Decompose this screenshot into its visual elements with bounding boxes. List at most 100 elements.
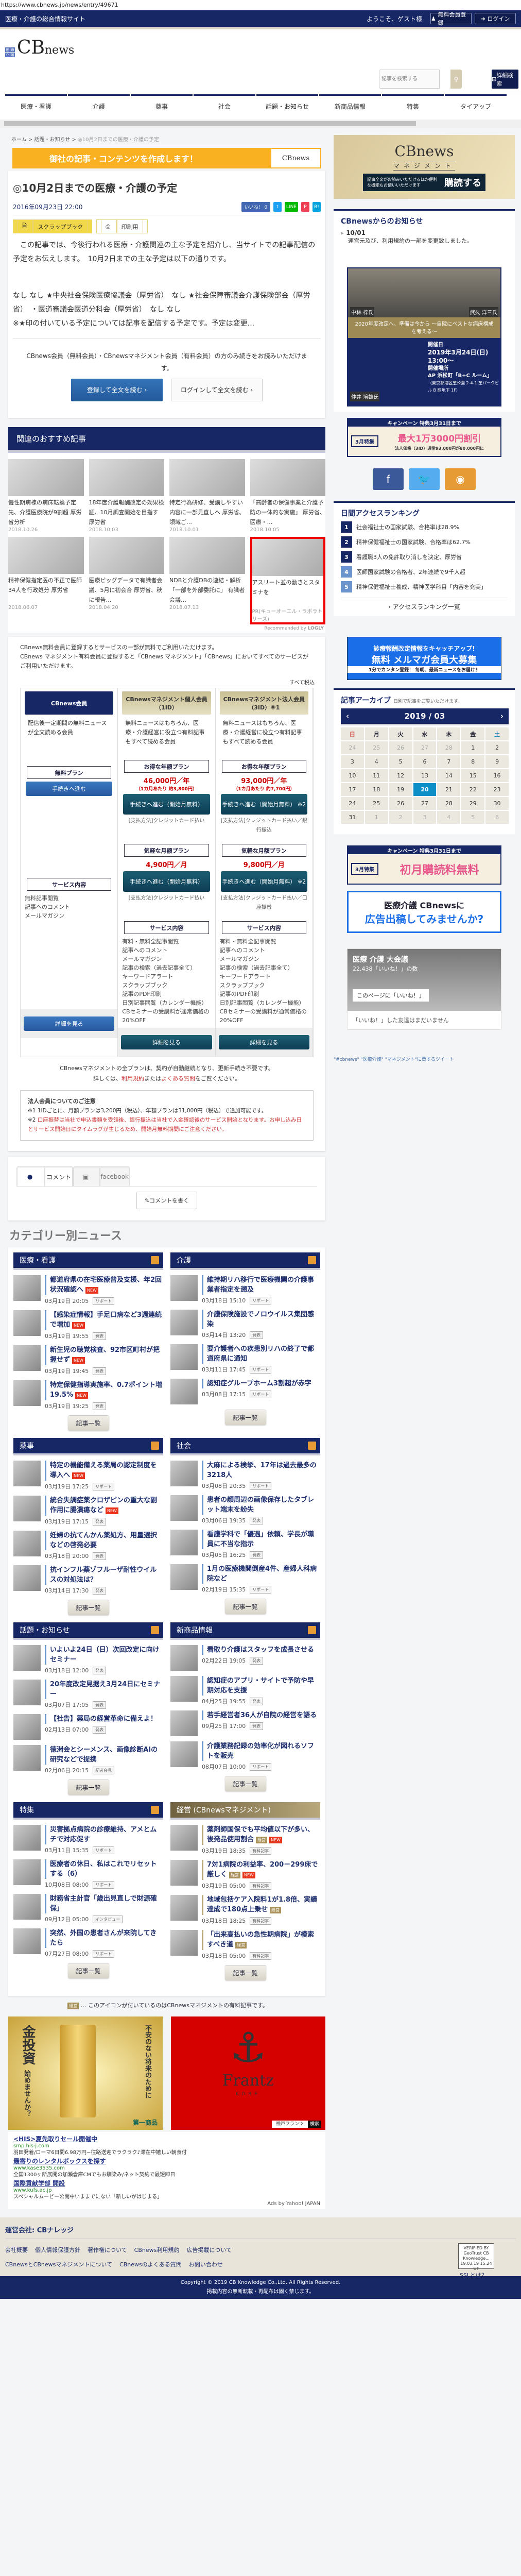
calendar-day[interactable]: 21: [437, 783, 461, 796]
calendar-day[interactable]: 15: [461, 769, 485, 782]
scrapbook-button[interactable]: 🗎 スクラップブック: [13, 219, 93, 233]
ranking-title[interactable]: 精神保健福祉士の国家試験、合格率は62.7%: [356, 538, 471, 546]
news-title[interactable]: 介護保険施設でノロウイルス集団感染: [207, 1311, 314, 1328]
recommended-article[interactable]: 18年度介護報酬改定の効果検証、10月調査開始を目指す 厚労省 2018.10.0…: [89, 459, 164, 533]
news-item[interactable]: 若手経営者36人が自院の経営を語る 09月25日 17:00 発表: [170, 1710, 320, 1736]
recommended-article[interactable]: NDBと介護DBの連結・解析「一部を外部委託に」 有識者会議… 2018.07.1…: [169, 537, 245, 624]
news-title[interactable]: 認知症のアプリ・サイトで予防や早期対応を支援: [207, 1677, 314, 1694]
nav-item[interactable]: 話題・お知らせ: [256, 94, 318, 120]
news-item[interactable]: 「出来高払いの急性期病院」が模索すべき道 経営 03月18日 05:00 有料記事: [170, 1930, 320, 1960]
nav-item[interactable]: 医療・看護: [5, 94, 67, 120]
breadcrumb-category[interactable]: 話題・お知らせ: [34, 137, 70, 143]
calendar-day[interactable]: 11: [364, 769, 388, 782]
news-title[interactable]: 都道府県の在宅医療普及支援、年2回状況確認へ: [50, 1276, 162, 1294]
news-item[interactable]: 財務省主計官「歳出見直しで財源確保」 09月12日 05:00 インタビュー: [13, 1894, 163, 1923]
news-title[interactable]: 妊婦の抗てんかん薬処方、用量選択などの啓発必要: [50, 1532, 157, 1549]
twitter-icon[interactable]: 🐦: [409, 468, 440, 490]
footer-link[interactable]: CBnews利用規約: [134, 2247, 180, 2253]
news-title[interactable]: 看護学科で「優遇」依頼、学長が職員に不当な指示: [207, 1531, 314, 1548]
campaign-banner[interactable]: キャンペーン 特典3月31日まで 3月特集 最大1万3000円割引 法人価格（3I…: [347, 418, 501, 457]
ranking-more-link[interactable]: › アクセスランキング一覧: [341, 598, 508, 611]
recommended-article[interactable]: 医療ビッグデータで有識者会議、5月に初会合 厚労省、秋に報告… 2018.04.2…: [89, 537, 164, 624]
more-articles-button[interactable]: 記事一覧: [67, 1600, 109, 1615]
news-item[interactable]: 維持期リハ移行で医療機関の介護事業者指定を遡及 03月18日 15:10 リポート: [170, 1275, 320, 1304]
proceed-button[interactable]: 手続きへ進む（開始月無料）: [123, 794, 210, 815]
news-item[interactable]: 新生児の聴覚検査、92市区町村が把握せず NEW 03月19日 19:45 発表: [13, 1345, 163, 1375]
detail-button[interactable]: 詳細を見る: [218, 1035, 309, 1049]
calendar-day[interactable]: 28: [437, 797, 461, 810]
proceed-button[interactable]: 手続きへ進む: [26, 782, 113, 796]
news-item[interactable]: 介護保険施設でノロウイルス集団感染 03月14日 13:20 発表: [170, 1310, 320, 1339]
news-title[interactable]: 徳洲会とシーメンス、画像診断AIの研究などで提携: [50, 1746, 158, 1764]
news-title[interactable]: 7対1病院の利益率、200－299床で厳しく: [207, 1861, 318, 1878]
news-title[interactable]: 地域包括ケア入院料1が1.8倍、実績達成で180点上乗せ: [207, 1896, 317, 1913]
category-name[interactable]: 社会: [177, 1440, 191, 1451]
news-title[interactable]: 看取り介護はスタッフを成長させる: [207, 1646, 314, 1654]
nav-item[interactable]: 薬事: [131, 94, 193, 120]
news-item[interactable]: 抗インフル薬ゾフルーザ耐性ウイルスの対処法は？ 03月14日 17:30 発表: [13, 1565, 163, 1595]
calendar-day[interactable]: 13: [413, 769, 437, 782]
news-title[interactable]: 【社告】薬局の経営革命に備えよ！: [50, 1715, 157, 1723]
recommended-article[interactable]: 「高齢者の保健事業と介護予防の一体的な実施」 厚労省、医療・… 2018.10.0…: [250, 459, 325, 533]
ranking-title[interactable]: 精神保健福祉士養成、精神医学科目「内容を充実」: [356, 583, 487, 591]
calendar-day[interactable]: 27: [413, 797, 437, 810]
calendar-day[interactable]: 4: [364, 755, 388, 768]
calendar-day[interactable]: 25: [364, 797, 388, 810]
category-name[interactable]: 薬事: [20, 1440, 34, 1451]
category-name[interactable]: 経営 (CBnewsマネジメント): [177, 1805, 271, 1815]
footer-link[interactable]: 個人情報保護方針: [35, 2247, 80, 2253]
news-title[interactable]: 20年度改定見据え3月24日にセミナー: [50, 1681, 160, 1698]
rss-icon[interactable]: ◉: [445, 468, 476, 490]
nav-item[interactable]: タイアップ: [445, 94, 507, 120]
news-title[interactable]: 維持期リハ移行で医療機関の介護事業者指定を遡及: [207, 1276, 314, 1294]
news-item[interactable]: 介護業務記録の効率化が図れるソフトを販売 08月07日 10:00 リポート: [170, 1741, 320, 1771]
news-title[interactable]: 財務省主計官「歳出見直しで財源確保」: [50, 1895, 157, 1912]
recommended-article[interactable]: アスリート並の動きとスタミナを PR(キューオーエル・ラボラトリーズ): [250, 537, 325, 624]
proceed-button[interactable]: 手続きへ進む（開始月無料） ※2: [220, 871, 307, 892]
calendar-day[interactable]: 31: [341, 811, 364, 824]
ad-title-link[interactable]: <HIS>夏先取りセール開催中: [13, 2136, 320, 2143]
calendar-day[interactable]: 23: [485, 783, 509, 796]
prev-month-button[interactable]: ‹: [346, 711, 349, 721]
news-item[interactable]: 【社告】薬局の経営革命に備えよ！ 02月13日 07:00 発表: [13, 1714, 163, 1740]
calendar-day[interactable]: 2: [485, 741, 509, 754]
advertise-banner[interactable]: 医療介護 CBnewsに 広告出稿してみませんか?: [347, 891, 501, 933]
news-item[interactable]: 患者の顔周辺の画像保存したタブレット端末を紛失 03月06日 19:35 発表: [170, 1495, 320, 1524]
fb-page-name[interactable]: 医療 介護 大会議: [353, 956, 408, 964]
rss-icon[interactable]: [151, 1256, 159, 1264]
gold-ad[interactable]: 金投資 始めませんか？ 不安のない将来のために 第一商品: [8, 2016, 163, 2130]
news-item[interactable]: 特定の機能備える薬局の認定制度を導入へ NEW 03月19日 17:25 リポート: [13, 1461, 163, 1490]
nav-item[interactable]: 新商品情報: [319, 94, 381, 120]
write-comment-button[interactable]: ✎ コメントを書く: [136, 1192, 197, 1209]
pocket-icon[interactable]: P: [301, 202, 309, 212]
news-item[interactable]: 医療者の休日、私はこれでリセットする（6） 10月08日 08:00 リポート: [13, 1859, 163, 1889]
category-name[interactable]: 話題・お知らせ: [20, 1625, 70, 1635]
news-item[interactable]: 1月の医療機関倒産4件、産婦人科病院など 02月19日 15:35 リポート: [170, 1564, 320, 1594]
ad-title-link[interactable]: 国際貢献学部 開設: [13, 2180, 320, 2187]
recommended-article[interactable]: 慢性期病棟の病床転換予定先、介護医療院が9割超 厚労省分析 2018.10.26: [8, 459, 84, 533]
ranking-item[interactable]: 4 医師国家試験の合格者、2年連続で9千人超: [341, 566, 508, 578]
calendar-day[interactable]: 18: [364, 783, 388, 796]
register-button[interactable]: ♟ 無料会員登録: [430, 11, 472, 26]
news-item[interactable]: 20年度改定見据え3月24日にセミナー 03月07日 17:05 発表: [13, 1680, 163, 1709]
recommended-article[interactable]: 精神保健指定医の不正で医師34人を行政処分 厚労省 2018.06.07: [8, 537, 84, 624]
seminar-banner[interactable]: 中林 梓氏 武久 洋三氏 2020年度改定へ、準備は今から ～自院にベストな病床…: [347, 267, 501, 406]
more-articles-button[interactable]: 記事一覧: [67, 1780, 109, 1795]
frantz-search-box[interactable]: 神戸フランツ: [271, 2121, 308, 2128]
news-title[interactable]: 特定保健指導実施率、0.7ポイント増19.5%: [50, 1381, 162, 1399]
ssl-link[interactable]: SSLとは？: [460, 2271, 487, 2279]
more-articles-button[interactable]: 記事一覧: [224, 1410, 266, 1425]
footer-link[interactable]: CBnewsのよくある質問: [119, 2261, 182, 2268]
ranking-item[interactable]: 2 精神保健福祉士の国家試験、合格率は62.7%: [341, 536, 508, 548]
news-title[interactable]: 災害拠点病院の診療維持、アメとムチで対応促す: [50, 1826, 157, 1843]
news-title[interactable]: いよいよ24日（日）次回改定に向けセミナー: [50, 1646, 160, 1664]
more-articles-button[interactable]: 記事一覧: [67, 1415, 109, 1431]
news-title[interactable]: 要介護者への疾患別リハの終了で都道府県に通知: [207, 1345, 314, 1363]
nav-item[interactable]: 介護: [68, 94, 130, 120]
print-button[interactable]: ⎙ 印刷用: [96, 219, 148, 233]
calendar-day[interactable]: 14: [437, 769, 461, 782]
news-item[interactable]: 薬剤師国保でも平均値以下が多い、後発品使用割合 経営 NEW 03月19日 18:35…: [170, 1825, 320, 1855]
ranking-item[interactable]: 1 社会福祉士の国家試験、合格率は28.9%: [341, 521, 508, 533]
calendar-day[interactable]: 22: [461, 783, 485, 796]
calendar-day[interactable]: 29: [461, 797, 485, 810]
